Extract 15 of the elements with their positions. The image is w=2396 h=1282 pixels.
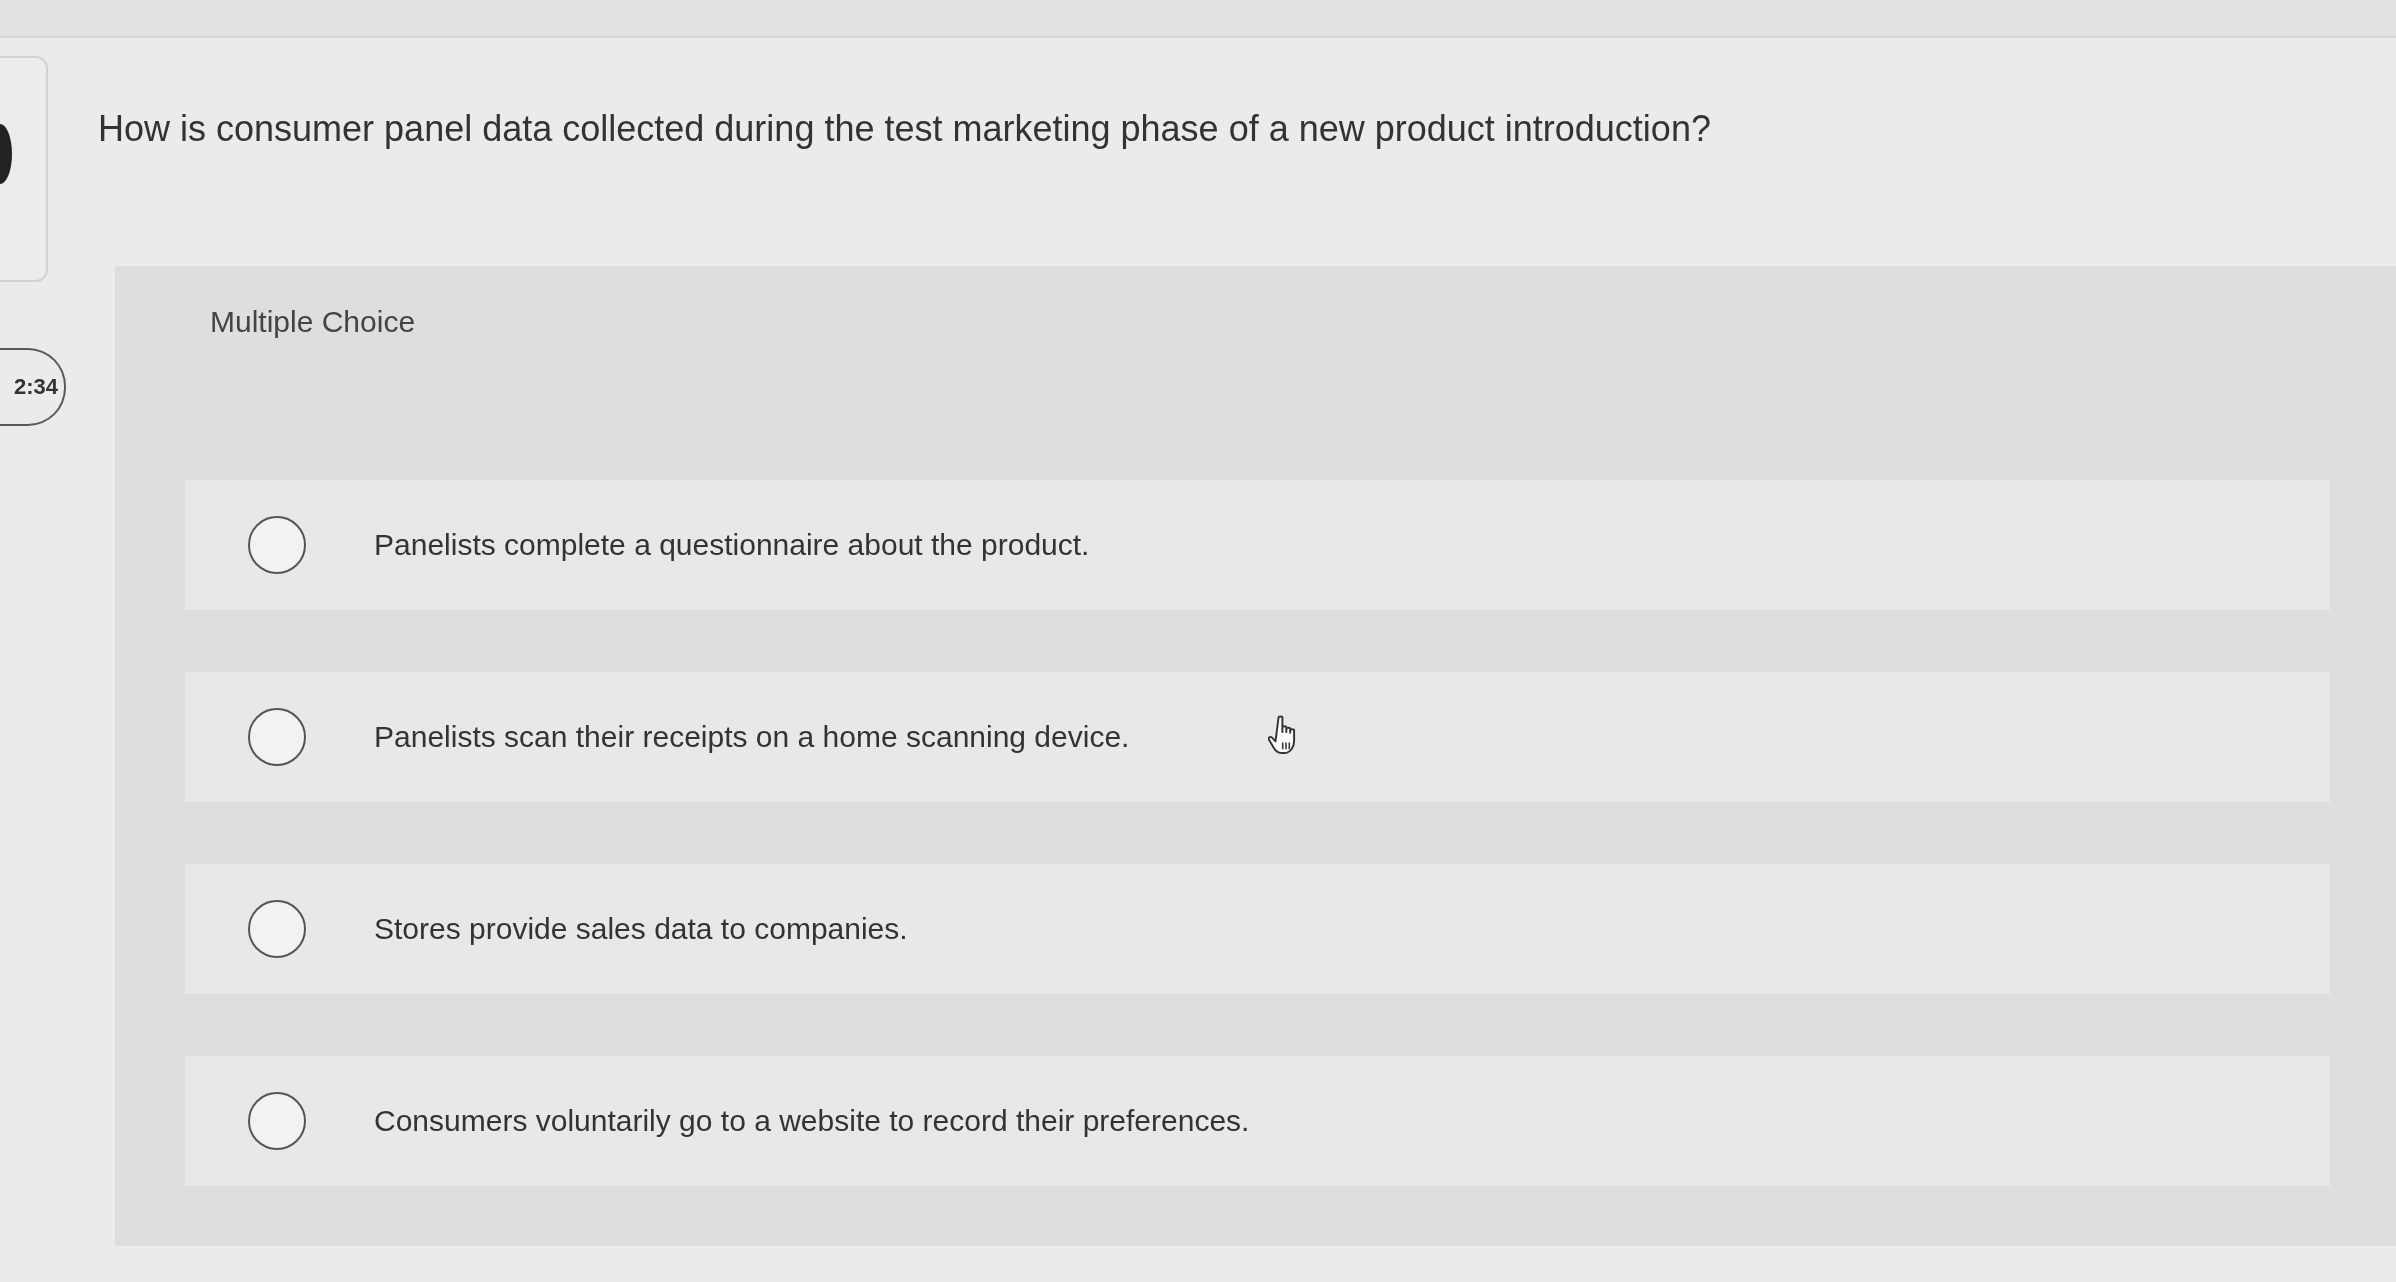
radio-button[interactable] <box>248 516 306 574</box>
answer-option[interactable]: Panelists scan their receipts on a home scanning device. <box>185 672 2330 802</box>
timer-text: 2:34 <box>13 374 58 400</box>
radio-button[interactable] <box>248 900 306 958</box>
answer-option[interactable]: Consumers voluntarily go to a website to record their preferences. <box>185 1056 2330 1186</box>
question-type-label: Multiple Choice <box>210 304 416 340</box>
answer-option[interactable]: Panelists complete a questionnaire about the product. <box>185 480 2330 610</box>
option-text: Panelists scan their receipts on a home scanning device. <box>374 719 1130 755</box>
radio-button[interactable] <box>248 708 306 766</box>
question-text: How is consumer panel data collected during the test marketing phase of a new product introduction? <box>98 107 1712 151</box>
option-text: Stores provide sales data to companies. <box>374 911 908 947</box>
radio-button[interactable] <box>248 1092 306 1150</box>
answer-option[interactable]: Stores provide sales data to companies. <box>185 864 2330 994</box>
option-text: Panelists complete a questionnaire about the product. <box>374 527 1090 563</box>
option-text: Consumers voluntarily go to a website to record their preferences. <box>374 1103 1250 1139</box>
